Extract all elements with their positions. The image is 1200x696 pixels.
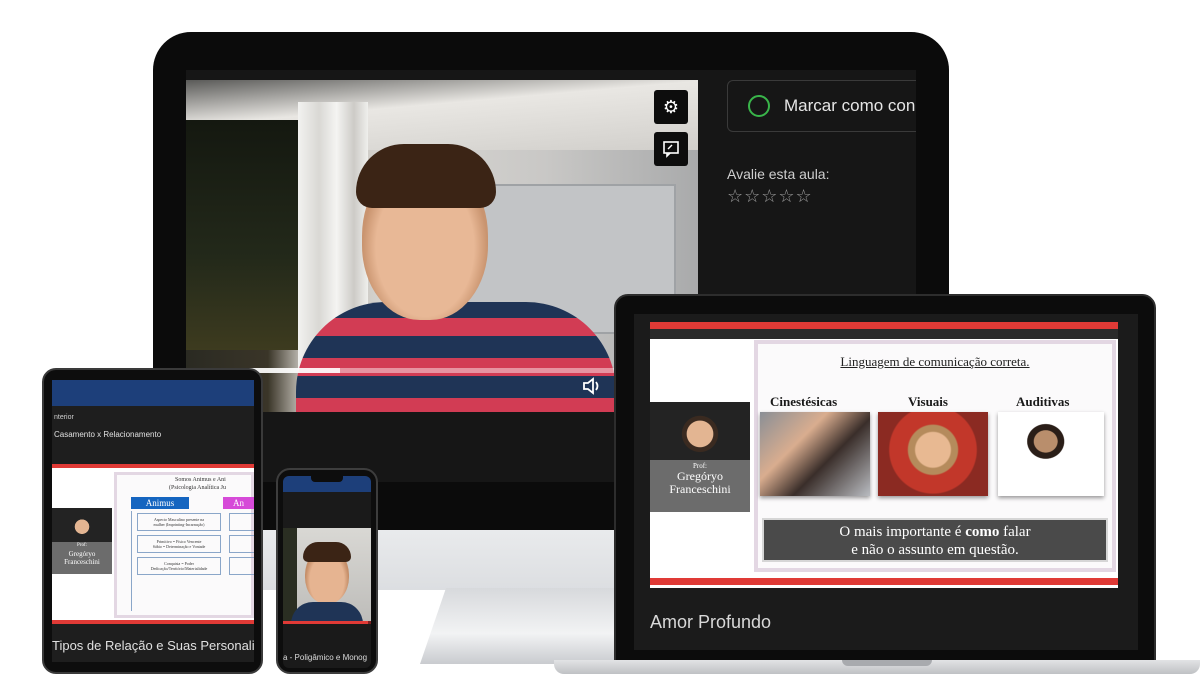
tablet-text-box-3: Conquista = Poder Dedicação/Território/M… [137,557,221,575]
tablet-connector-line [131,511,132,611]
tablet-anima-box-3 [229,557,254,575]
tablet-text-line-6: Dedicação/Território/Materialidade [150,566,208,571]
column-title-auditivas: Auditivas [1016,394,1070,409]
slide-content-panel: Linguagem de comunicação correta. Cinest… [754,340,1116,572]
column-title-visuais: Visuais [908,394,948,409]
tablet-slide-title-2: (Psicologia Analítica Ju [169,485,226,491]
settings-button[interactable]: ⚙ [654,90,688,124]
tablet-slide[interactable]: Prof: Gregóryo Franceschini Somos Animus… [52,464,254,624]
phone-progress-bar[interactable] [283,621,371,624]
professor-photo [650,402,750,460]
professor-name-last: Franceschini [669,482,731,496]
column-title-cinestesicas: Cinestésicas [770,394,838,409]
presenter-hair [356,144,496,208]
video-window [186,120,304,350]
tablet-slide-title-1: Somos Animus e Ani [175,477,226,483]
slide-bottom-bar [650,578,1118,585]
phone-screen: a - Poligâmico e Monog [283,476,371,668]
lesson-title: Amor Profundo [650,612,772,632]
phone-progress-fill [283,621,369,624]
tablet-professor-name-last: Franceschini [64,558,100,566]
gear-icon: ⚙ [662,96,680,117]
slide-top-bar [650,322,1118,329]
tablet-professor-caption: Prof: Gregóryo Franceschini [52,542,112,566]
tablet-professor-photo [52,508,112,542]
tablet-anima-box-2 [229,535,254,553]
tablet-text-line-4: Sábio = Determinação e Vontade [152,544,206,549]
presenter-shirt [296,302,616,412]
tablet-professor-name-first: Gregóryo [68,550,96,558]
tablet-professor-label: Prof: [77,543,87,548]
man-thinking-image [878,412,988,496]
professor-card: Prof: Gregóryo Franceschini [650,402,750,512]
caption-text-bold: como [965,524,1000,540]
lesson-slide[interactable]: Prof: Gregóryo Franceschini Linguagem de… [650,322,1118,588]
tablet-text-box-1: Aspecto Masculino presente na mulher (Im… [137,513,221,531]
slide-caption: O mais importante é como falar e não o a… [762,518,1108,562]
laptop-screen: Prof: Gregóryo Franceschini Linguagem de… [634,314,1138,650]
volume-button[interactable] [582,376,604,402]
tablet-header-bar [52,380,254,406]
mark-complete-button[interactable]: Marcar como conc [727,80,916,132]
phone-presenter-hair [303,542,351,562]
tablet-professor-card: Prof: Gregóryo Franceschini [52,508,112,574]
phone-notch [311,476,343,482]
tablet-screen: nterior Casamento x Relacionamento Prof:… [52,380,254,662]
tablet-slide-bottom-bar [52,620,254,624]
chat-icon [663,141,679,158]
feedback-button[interactable] [654,132,688,166]
circle-check-icon [748,95,770,117]
lesson-item[interactable]: Casamento x Relacionamento [54,430,161,439]
anima-box: An [223,497,254,509]
previous-lesson-link[interactable]: nterior [54,414,74,421]
tablet-text-line-2: mulher (Imprinting-Incarnação) [153,522,205,527]
laptop-notch [842,660,932,666]
mark-complete-label: Marcar como conc [784,96,916,115]
caption-line-2: e não o assunto em questão. [851,542,1019,558]
rate-lesson-label: Avalie esta aula: [727,166,830,182]
caption-text-b: falar [999,524,1031,540]
professor-caption: Prof: Gregóryo Franceschini [650,460,750,496]
animus-box: Animus [131,497,189,509]
tablet-slide-top-bar [52,464,254,468]
tablet-slide-panel: Somos Animus e Ani (Psicologia Analítica… [114,472,254,618]
slide-dark-bar [650,329,1118,339]
tablet-lesson-title: Tipos de Relação e Suas Personalid [52,638,254,653]
volume-icon [583,377,599,395]
star-rating[interactable]: ☆☆☆☆☆ [727,186,813,207]
tablet-text-box-2: Primitivo = Físico Vencente Sábio = Dete… [137,535,221,553]
slide-title: Linguagem de comunicação correta. [840,354,1030,369]
phone-video-player[interactable] [283,528,371,624]
woman-listening-image [998,412,1104,496]
phone-lesson-title: a - Poligâmico e Monog [283,653,368,662]
couple-hug-image [760,412,870,496]
caption-text-a: O mais importante é [839,524,966,540]
tablet-anima-box-1 [229,513,254,531]
